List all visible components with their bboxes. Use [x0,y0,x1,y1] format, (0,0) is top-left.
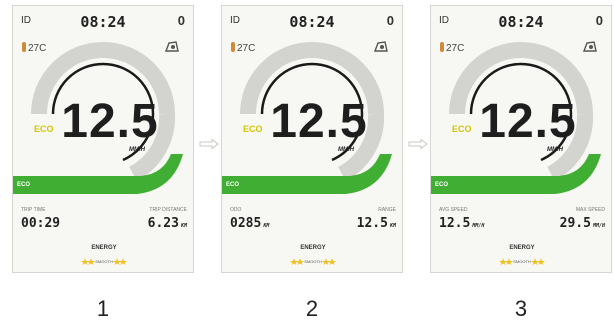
caption-1: 1 [96,296,110,321]
mode-label: ECO [17,182,31,188]
logo-text: ENERGY [300,245,326,251]
mode-label: ECO [226,182,240,188]
trip-stats: ODO 0285 KM RANGE 12.5 KM [222,207,402,245]
logo-text: ENERGY [509,245,535,251]
stat-left: AVG SPEED 12.5 MM/H [439,207,519,231]
stat-left: ODO 0285 KM [230,207,310,231]
stat-unit: MM/H [472,223,485,229]
arrow-right-icon [408,139,428,149]
brand-logo: ENERGY SMOOTH [489,245,555,271]
display-screen-2: ID 08:24 0 27C ECO 12.5 MM/H ECO ODO 028… [221,5,403,273]
stat-left: TRIP TIME 00:29 [21,207,101,231]
speed-unit: MM/H [129,147,145,153]
stat-label: TRIP TIME [21,207,46,213]
display-screen-1: ID 08:24 0 27C ECO 12.5 MM/H ECO TRIP TI… [12,5,194,273]
speed-unit: MM/H [547,147,563,153]
stat-value: 6.23 [147,216,179,231]
stat-value: 29.5 [559,216,591,231]
stat-unit: KM [180,223,187,229]
stat-right: MAX SPEED 29.5 MM/H [527,207,605,231]
speed-value: 12.5 [270,95,368,148]
stat-value: 12.5 [356,216,388,231]
speed-value: 12.5 [479,95,577,148]
stat-value: 00:29 [21,216,61,231]
stat-right: TRIP DISTANCE 6.23 KM [109,207,187,231]
trip-stats: TRIP TIME 00:29 TRIP DISTANCE 6.23 KM [13,207,193,245]
stat-label: MAX SPEED [575,207,605,213]
brand-logo: ENERGY SMOOTH [280,245,346,271]
caption-2: 2 [305,296,319,321]
stat-label: RANGE [378,207,396,213]
speed-value: 12.5 [61,95,159,148]
assist-level: ECO [452,124,472,134]
stat-label: AVG SPEED [439,207,468,213]
stat-label: TRIP DISTANCE [149,207,187,213]
stat-value: 0285 [230,216,262,231]
speed-unit: MM/H [338,147,354,153]
stat-value: 12.5 [439,216,471,231]
stat-label: ODO [230,207,242,213]
logo-subtext: SMOOTH [304,259,322,264]
stat-unit: MM/H [592,223,605,229]
display-screen-3: ID 08:24 0 27C ECO 12.5 MM/H ECO AVG SPE… [430,5,612,273]
caption-3: 3 [514,296,528,321]
assist-level: ECO [34,124,54,134]
logo-subtext: SMOOTH [95,259,113,264]
logo-text: ENERGY [91,245,117,251]
stat-unit: KM [263,223,270,229]
brand-logo: ENERGY SMOOTH [71,245,137,271]
stat-right: RANGE 12.5 KM [318,207,396,231]
logo-subtext: SMOOTH [513,259,531,264]
mode-label: ECO [435,182,449,188]
assist-level: ECO [243,124,263,134]
trip-stats: AVG SPEED 12.5 MM/H MAX SPEED 29.5 MM/H [431,207,611,245]
stat-unit: KM [389,223,396,229]
arrow-right-icon [199,139,219,149]
